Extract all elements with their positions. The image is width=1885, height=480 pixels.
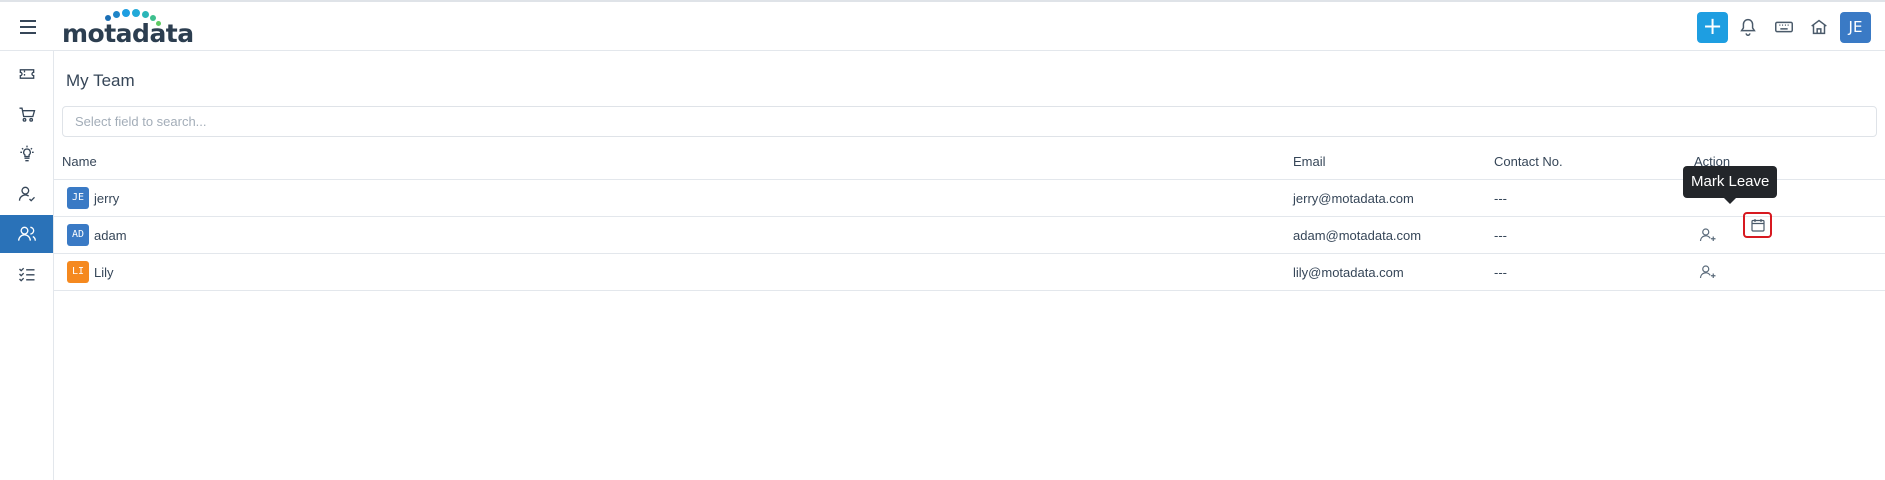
sidebar-item-my-team[interactable]	[0, 215, 53, 253]
table-row: AD adam adam@motadata.com ---	[54, 217, 1885, 254]
lightbulb-icon	[19, 145, 34, 162]
team-table: Name Email Contact No. Action JE jerry j…	[54, 143, 1885, 291]
mark-leave-button[interactable]	[1743, 212, 1772, 238]
menu-icon[interactable]	[17, 16, 39, 38]
table-row: LI Lily lily@motadata.com ---	[54, 254, 1885, 291]
cart-icon	[19, 107, 35, 122]
sidebar-item-cart[interactable]	[0, 95, 53, 133]
column-header-email[interactable]: Email	[1293, 143, 1326, 179]
member-email: adam@motadata.com	[1293, 227, 1422, 243]
member-contact: ---	[1494, 264, 1507, 280]
member-name-cell: LI Lily	[62, 254, 114, 290]
member-name-cell: JE jerry	[62, 180, 119, 216]
member-contact: ---	[1494, 227, 1507, 243]
user-avatar[interactable]: JE	[1840, 12, 1871, 43]
logo-text: motadata	[62, 19, 194, 48]
action-cell	[1694, 254, 1717, 290]
sidebar	[0, 51, 54, 480]
logo[interactable]: motadata	[62, 8, 194, 48]
avatar: AD	[67, 224, 89, 246]
users-icon	[17, 226, 36, 241]
home-icon[interactable]	[1808, 16, 1830, 38]
user-check-icon	[18, 186, 35, 202]
table-row: JE jerry jerry@motadata.com ---	[54, 180, 1885, 217]
column-header-name[interactable]: Name	[62, 143, 97, 179]
avatar: JE	[67, 187, 89, 209]
column-header-contact[interactable]: Contact No.	[1494, 143, 1563, 179]
page-title: My Team	[66, 71, 135, 90]
member-email: jerry@motadata.com	[1293, 190, 1414, 206]
search-input[interactable]	[62, 106, 1877, 137]
sidebar-item-approvals[interactable]	[0, 175, 53, 213]
checklist-icon	[18, 267, 34, 282]
tooltip: Mark Leave	[1683, 166, 1778, 204]
table-header: Name Email Contact No. Action	[54, 143, 1885, 180]
sidebar-item-ideas[interactable]	[0, 135, 53, 173]
top-bar: motadata + JE	[0, 0, 1885, 51]
member-contact: ---	[1494, 190, 1507, 206]
member-email: lily@motadata.com	[1293, 264, 1404, 280]
add-user-icon[interactable]	[1699, 263, 1717, 281]
action-cell	[1694, 217, 1717, 253]
add-button[interactable]: +	[1697, 12, 1728, 43]
member-name[interactable]: adam	[94, 228, 127, 243]
app-window: motadata + JE My Team Select field to se…	[0, 0, 1885, 480]
add-user-icon[interactable]	[1699, 226, 1717, 244]
member-name[interactable]: jerry	[94, 191, 119, 206]
calendar-icon	[1750, 219, 1765, 232]
ticket-icon	[19, 69, 34, 79]
sidebar-item-tasks[interactable]	[0, 255, 53, 293]
member-name-cell: AD adam	[62, 217, 127, 253]
sidebar-item-tickets[interactable]	[0, 55, 53, 93]
bell-icon[interactable]	[1737, 16, 1759, 38]
avatar: LI	[67, 261, 89, 283]
main-content: My Team Name Email Contact No. Action JE…	[54, 51, 1885, 480]
keyboard-icon[interactable]	[1773, 16, 1795, 38]
member-name[interactable]: Lily	[94, 265, 114, 280]
